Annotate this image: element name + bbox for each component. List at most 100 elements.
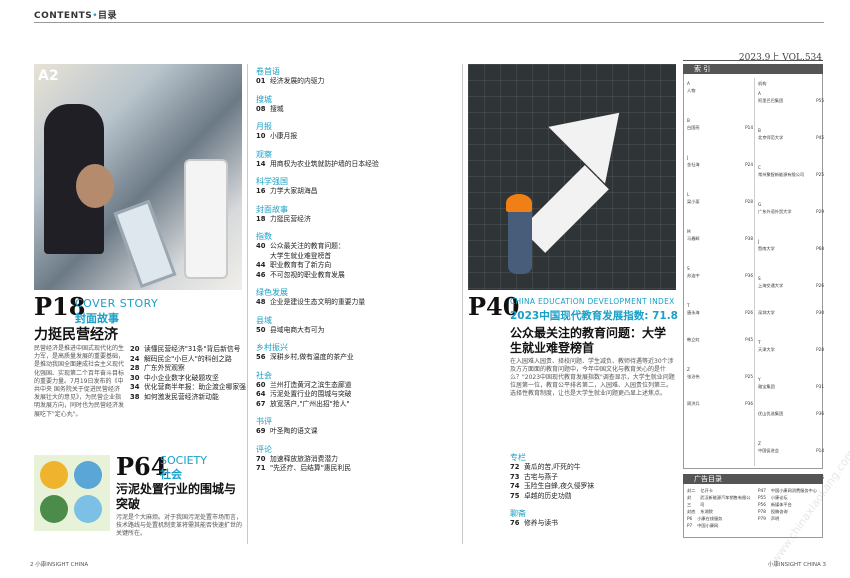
photo-robot: [184, 159, 228, 279]
index-spacer: [758, 214, 824, 234]
index-spacer: [687, 379, 753, 399]
index-entry-page: P45: [745, 337, 753, 342]
ad-entry[interactable]: 封二 亿开卡: [687, 487, 753, 494]
ad-entry[interactable]: P7 中国小康网: [687, 522, 753, 529]
index-entry-page: P36: [745, 401, 753, 406]
index-entry-page: P25: [816, 172, 824, 177]
toc-section: 绿色发展: [256, 288, 288, 297]
index-entry-name: 周洪兵: [687, 401, 700, 406]
toc-item[interactable]: 71 "先还疗、后结算"惠民利民: [256, 464, 456, 474]
index-spacer: [758, 315, 824, 335]
list-item[interactable]: 34 优化营商半年报：助企渡企哪家强: [130, 383, 246, 393]
index-entry-page: P14: [745, 125, 753, 130]
index-letter: T: [758, 340, 761, 345]
index-people-column: A 人物 B 白国亮 P14 J 金社海 P24 L 梁小斐 P28 M 马春辉 P38 S 苏连中 P36 T 唐…: [687, 76, 753, 426]
toc-item[interactable]: 01 经济发展的内驱力: [256, 77, 456, 87]
footer-left: 2 小康INSIGHT CHINA: [30, 562, 89, 568]
ad-name: 中国小康网: [697, 523, 719, 528]
index-entry-name: 张治伟: [687, 374, 700, 379]
society-title[interactable]: 污泥处置行业的围城与突破: [116, 482, 246, 512]
index-letter: T: [687, 303, 690, 308]
index-entry-page: P68: [816, 246, 824, 251]
toc-item[interactable]: 76 修养与读书: [510, 519, 676, 529]
list-item[interactable]: 24 解码民企"小巨人"的科创之路: [130, 355, 246, 365]
toc-item[interactable]: 14 用商权为农业筑就防护墙的日本经验: [256, 160, 456, 170]
index-entry-name: 马春辉: [687, 236, 700, 241]
index-entry-name: 人物: [687, 88, 696, 93]
column-divider: [247, 64, 248, 544]
toc-item[interactable]: 72 黄瓜的苦,吓死的牛: [510, 463, 676, 473]
toc-section: 月报: [256, 122, 272, 131]
ad-name: 小康在线服务: [697, 516, 723, 521]
index-spacer: [758, 251, 824, 271]
index-spacer: [687, 167, 753, 187]
toc-item[interactable]: 67 放宽落户,"广州出招"抢人": [256, 400, 456, 410]
toc-item[interactable]: 46 不可忽视的职业教育发展: [256, 271, 456, 281]
cover-story-photo: A2: [34, 64, 242, 290]
ad-name: 武汉新能源汽车销售有限公司: [700, 495, 751, 507]
toc-item[interactable]: 08 搜城: [256, 105, 456, 115]
toc-item[interactable]: 50 县域电商大有可为: [256, 326, 456, 336]
index-entry-page: P28: [816, 347, 824, 352]
toc-item[interactable]: 16 力学大家胡海昌: [256, 187, 456, 197]
toc-item[interactable]: 56 深耕乡村,做有温度的茶产业: [256, 353, 456, 363]
cover-story-en: COVER STORY: [75, 297, 159, 310]
list-item[interactable]: 28 广东外贸观察: [130, 364, 246, 374]
index-entry-name: 中国促进会: [758, 448, 779, 453]
toc-section: 封面故事: [256, 204, 288, 214]
toc-item[interactable]: 18 力挺民营经济: [256, 215, 456, 225]
sewage-circle: [74, 461, 102, 489]
education-title[interactable]: 公众最关注的教育问题：大学生就业难登榜首: [510, 326, 676, 356]
column-contents: 专栏 72 黄瓜的苦,吓死的牛 73 古宅与燕子 74 玉险生自蜂,夜久侵罗袜 75 卓…: [510, 452, 676, 529]
toc-item[interactable]: 40 公众最关注的教育问题： 大学生就业难登榜首: [256, 242, 456, 261]
ad-name: 声明: [770, 516, 780, 521]
toc-section: 专栏: [510, 453, 526, 462]
index-letter: Z: [687, 367, 690, 372]
toc-item[interactable]: 70 加速释放旅游消费潜力: [256, 455, 456, 465]
society-body: 污泥是个大麻烦。对于我国污泥处置市场而言，技术路线与处置机制变革将需其能否快速扩…: [116, 514, 243, 537]
index-entry-name: 优山优选集团: [758, 411, 784, 416]
ad-page: 封底: [687, 509, 696, 514]
ad-entry[interactable]: 封三 武汉新能源汽车销售有限公司: [687, 494, 753, 508]
index-letter: Z: [758, 441, 761, 446]
index-entry-page: P38: [745, 236, 753, 241]
ad-entry[interactable]: 封底 东湖院: [687, 508, 753, 515]
index-entry-name: 白国亮: [687, 125, 700, 130]
list-item[interactable]: 30 中小企业数字化破题攻坚: [130, 374, 246, 384]
index-spacer: [758, 288, 824, 308]
toc-item[interactable]: 44 职业教育有了新方向: [256, 261, 456, 271]
toc-item[interactable]: 60 兰州打造黄河之滨生态廊道: [256, 381, 456, 391]
education-en: CHINA EDUCATION DEVELOPMENT INDEX: [510, 297, 675, 306]
toc-item[interactable]: 73 古宅与燕子: [510, 473, 676, 483]
ad-page: P55: [758, 495, 766, 500]
cover-story-title[interactable]: 力挺民营经济: [34, 324, 118, 344]
index-entry-page: P36: [745, 273, 753, 278]
toc-item[interactable]: 69 叶圣陶的语文课: [256, 427, 456, 437]
list-item[interactable]: 38 如何激发民营经济新动能: [130, 393, 246, 403]
toc-item[interactable]: 74 玉险生自蜂,夜久侵罗袜: [510, 482, 676, 492]
issue-number: 2023.9上 VOL.534: [738, 53, 822, 63]
ad-entry[interactable]: P6 小康在线服务: [687, 515, 753, 522]
ad-page: 封三: [687, 495, 692, 507]
index-spacer: [758, 103, 824, 123]
column-divider: [462, 64, 463, 544]
index-entry-name: 天津大学: [758, 347, 775, 352]
ad-page: P47: [758, 488, 766, 493]
index-letter: J: [758, 239, 760, 244]
index-spacer: [687, 342, 753, 362]
index-letter: 机构: [758, 81, 767, 86]
education-cn: 2023中国现代教育发展指数: 71.8: [510, 310, 678, 322]
ad-page: P79: [758, 516, 766, 521]
toc-section: 卷首语: [256, 67, 280, 76]
toc-item[interactable]: 48 企业是建设生态文明的重要力量: [256, 298, 456, 308]
toc-item[interactable]: 64 污泥处置行业的围城与突破: [256, 390, 456, 400]
toc-item[interactable]: 10 小康月报: [256, 132, 456, 142]
index-entry-page: P25: [745, 374, 753, 379]
index-spacer: [758, 453, 824, 473]
toc-item[interactable]: 75 卓越的历史功勋: [510, 492, 676, 502]
photo-screen: [113, 199, 177, 289]
list-item[interactable]: 20 读懂民营经济"31条"背后新信号: [130, 345, 246, 355]
toc-section: 乡村振兴: [256, 343, 288, 352]
index-spacer: [687, 278, 753, 298]
toc-section: 聊斋: [510, 509, 526, 518]
